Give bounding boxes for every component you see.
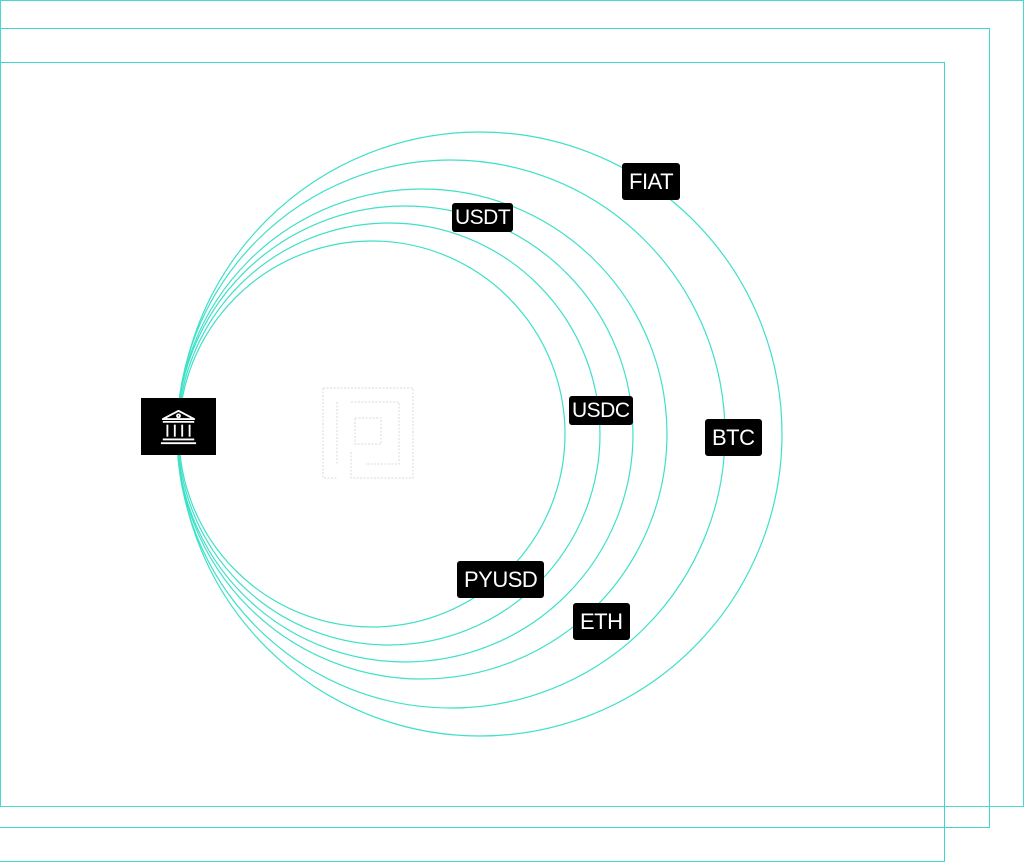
orbit-ring-5 — [176, 159, 726, 709]
tag-usdc: USDC — [569, 396, 633, 425]
tag-usdt: USDT — [452, 203, 514, 232]
tag-fiat: FIAT — [622, 163, 681, 200]
tag-eth: ETH — [573, 603, 630, 640]
bank-icon — [160, 409, 197, 445]
platform-logo-icon — [321, 386, 415, 480]
bank-hub — [141, 398, 216, 455]
tag-btc: BTC — [705, 419, 762, 456]
tag-pyusd: PYUSD — [457, 561, 545, 598]
diagram-canvas: FIAT USDT USDC BTC PYUSD ETH — [0, 0, 1024, 862]
